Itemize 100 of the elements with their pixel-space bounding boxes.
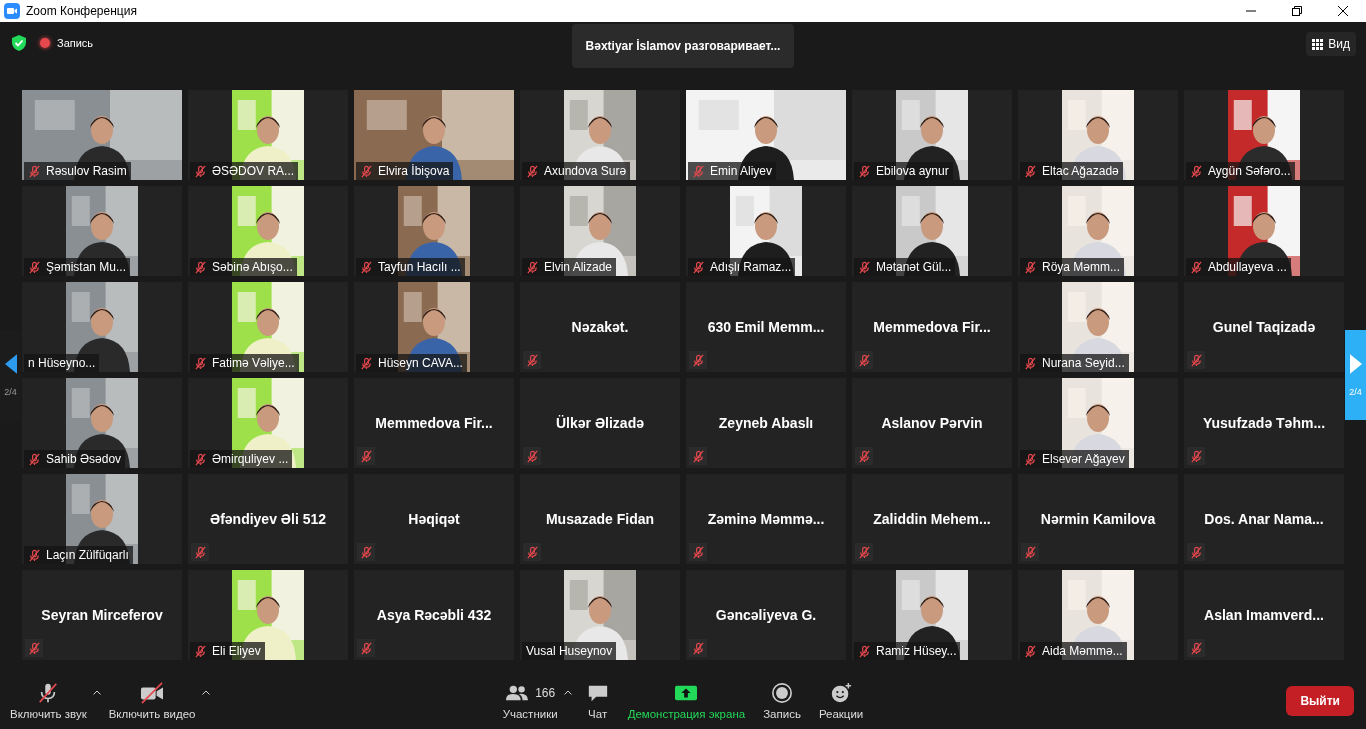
participant-tile[interactable]: Asya Rəcəbli 432 (354, 570, 514, 660)
caret-icon[interactable] (92, 689, 101, 695)
unmute-button[interactable]: Включить звук (6, 677, 91, 724)
participant-tile[interactable]: Röya Məmm... (1018, 186, 1178, 276)
participant-name: Nərmin Kamilova (1040, 511, 1156, 527)
caret-icon[interactable] (563, 689, 572, 695)
participant-tile[interactable]: Elvira İbişova (354, 90, 514, 180)
grid-icon (1312, 38, 1324, 50)
participant-tile[interactable]: Həqiqət (354, 474, 514, 564)
participant-tile[interactable]: Aslan Imamverd... (1184, 570, 1344, 660)
view-button[interactable]: Вид (1306, 32, 1356, 56)
participant-tile[interactable]: Zəminə Məmmə... (686, 474, 846, 564)
participant-tile[interactable]: Laçın Zülfüqarlı (22, 474, 182, 564)
participant-name: Əfəndiyev Əli 512 (209, 511, 326, 527)
participant-name: Abdullayeva ... (1208, 260, 1287, 274)
participant-tile[interactable]: n Hüseyno... (22, 282, 182, 372)
participant-tile[interactable]: Əfəndiyev Əli 512 (188, 474, 348, 564)
participant-tile[interactable]: Dos. Anar Nama... (1184, 474, 1344, 564)
participant-name: Nəzakət. (571, 319, 629, 335)
participant-tile[interactable]: Memmedova Fir... (354, 378, 514, 468)
participant-tile[interactable]: Gəncəliyeva G. (686, 570, 846, 660)
participant-name: Aslan Imamverd... (1204, 607, 1324, 623)
participant-tile[interactable]: Aida Məmmə... (1018, 570, 1178, 660)
participant-tile[interactable]: Gunel Taqizadə (1184, 282, 1344, 372)
participant-name: Memmedova Fir... (375, 415, 493, 431)
participant-tile[interactable]: Rəsulov Rasim (22, 90, 182, 180)
start-video-button[interactable]: Включить видео (104, 677, 200, 724)
participant-tile[interactable]: Zeyneb Abaslı (686, 378, 846, 468)
smiley-icon (829, 681, 854, 704)
participant-tile[interactable]: Musazade Fidan (520, 474, 680, 564)
zoom-logo-icon (4, 3, 20, 19)
restore-icon (1292, 6, 1302, 16)
participant-tile[interactable]: Axundova Surə (520, 90, 680, 180)
participant-tile[interactable]: Emin Aliyev (686, 90, 846, 180)
participant-name: Asya Rəcəbli 432 (376, 607, 492, 623)
participant-name: Tayfun Hacılı ... (378, 260, 461, 274)
participant-name: Elvira İbişova (378, 164, 450, 178)
record-button[interactable]: Запись (759, 677, 805, 724)
recording-indicator[interactable]: Запись (40, 37, 94, 49)
participant-tile[interactable]: Aslanov Pərvin (852, 378, 1012, 468)
participant-tile[interactable]: Mətanət Gül... (852, 186, 1012, 276)
participant-tile[interactable]: Nəzakət. (520, 282, 680, 372)
participant-tile[interactable]: Aygün Səfəro... (1184, 90, 1344, 180)
participant-tile[interactable]: Zaliddin Mehem... (852, 474, 1012, 564)
participant-name: Aygün Səfəro... (1208, 164, 1291, 178)
leave-button[interactable]: Выйти (1286, 685, 1354, 716)
participant-name: Eltac Ağazadə (1042, 164, 1119, 178)
participant-tile[interactable]: Memmedova Fir... (852, 282, 1012, 372)
participant-name: Səbinə Abışo... (212, 260, 293, 274)
participant-name: Həqiqət (408, 511, 460, 527)
participant-tile[interactable]: Yusufzadə Təhm... (1184, 378, 1344, 468)
speaker-toast: Bəxtiyar İslamov разговаривает... (571, 24, 795, 68)
participant-tile[interactable]: Əmirquliyev ... (188, 378, 348, 468)
left-triangle-icon (4, 353, 17, 375)
participant-tile[interactable]: ƏSƏDOV RA... (188, 90, 348, 180)
participant-tile[interactable]: Ebilova aynur (852, 90, 1012, 180)
participant-name: Dos. Anar Nama... (1204, 511, 1324, 527)
participant-tile[interactable]: Hüseyn CAVA... (354, 282, 514, 372)
participant-tile[interactable]: Elvin Alizade (520, 186, 680, 276)
participant-tile[interactable]: Ramiz Hüsey... (852, 570, 1012, 660)
reactions-button[interactable]: Реакции (814, 677, 868, 724)
participant-tile[interactable]: Nərmin Kamilova (1018, 474, 1178, 564)
participant-name: Sahib Əsədov (46, 452, 122, 466)
close-icon (1338, 6, 1348, 16)
participant-tile[interactable]: Ülkər Əlizadə (520, 378, 680, 468)
participant-tile[interactable]: Şəmistan Mu... (22, 186, 182, 276)
participant-name: Musazade Fidan (545, 511, 655, 527)
participant-name: Röya Məmm... (1042, 260, 1120, 274)
participant-tile[interactable]: Səbinə Abışo... (188, 186, 348, 276)
participant-tile[interactable]: Nurana Seyid... (1018, 282, 1178, 372)
participant-tile[interactable]: Adışlı Ramaz... (686, 186, 846, 276)
participant-tile[interactable]: Vusal Huseynov (520, 570, 680, 660)
participant-tile[interactable]: 630 Emil Memm... (686, 282, 846, 372)
right-triangle-icon (1349, 353, 1362, 375)
participant-name: Gunel Taqizadə (1212, 319, 1316, 335)
share-screen-button[interactable]: Демонстрация экрана (623, 677, 750, 724)
participant-name: Memmedova Fir... (873, 319, 991, 335)
participant-name: Nurana Seyid... (1042, 356, 1125, 370)
participant-name: Gəncəliyeva G. (715, 607, 817, 623)
shield-icon[interactable] (12, 35, 26, 51)
participant-tile[interactable]: Tayfun Hacılı ... (354, 186, 514, 276)
participant-tile[interactable]: Seyran Mirceferov (22, 570, 182, 660)
participant-name: Zaliddin Mehem... (873, 511, 991, 527)
participant-name: Axundova Surə (544, 164, 627, 178)
participants-button[interactable]: 166 Участники (498, 677, 562, 724)
participant-tile[interactable]: Eli Eliyev (188, 570, 348, 660)
participant-tile[interactable]: Sahib Əsədov (22, 378, 182, 468)
caret-icon[interactable] (201, 689, 210, 695)
participant-tile[interactable]: Eltac Ağazadə (1018, 90, 1178, 180)
participant-name: Seyran Mirceferov (41, 607, 163, 623)
participant-tile[interactable]: Fatimə Vəliye... (188, 282, 348, 372)
participant-name: ƏSƏDOV RA... (212, 164, 295, 178)
participant-tile[interactable]: Abdullayeva ... (1184, 186, 1344, 276)
participant-name: Vusal Huseynov (526, 644, 613, 658)
window-title: Zoom Конференция (26, 4, 137, 18)
participant-name: 630 Emil Memm... (707, 319, 825, 335)
participant-name: Elvin Alizade (544, 260, 613, 274)
participant-name: Emin Aliyev (710, 164, 773, 178)
chat-button[interactable]: Чат (581, 677, 614, 724)
participant-tile[interactable]: Elsevər Ağayev (1018, 378, 1178, 468)
